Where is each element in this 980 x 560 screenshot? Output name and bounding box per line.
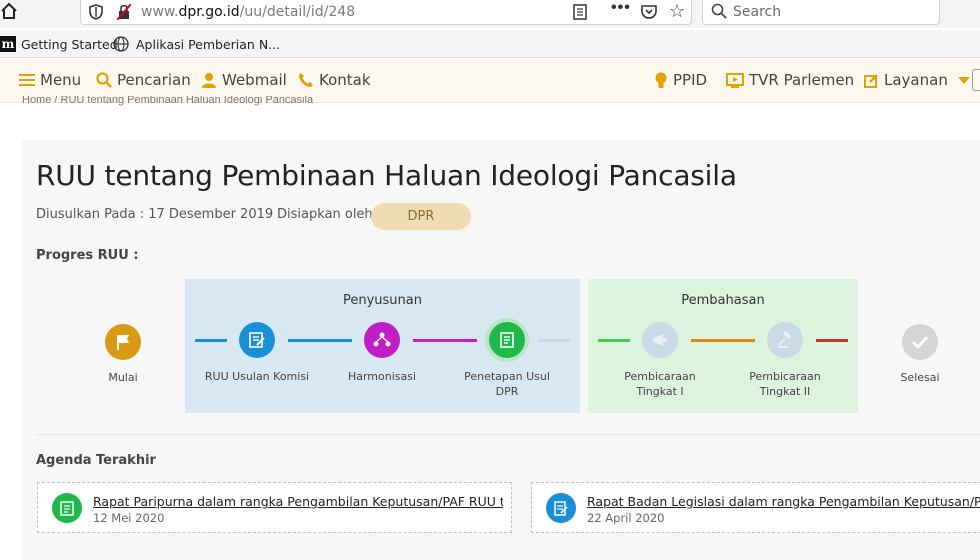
connector-line <box>598 339 630 342</box>
step-tk1-label-line2: Tingkat I <box>636 385 684 398</box>
browser-toolbar: www.dpr.go.id/uu/detail/id/248 ••• ☆ Sea… <box>0 0 980 28</box>
checkmark-icon <box>911 335 929 350</box>
prepared-by-badge: DPR <box>371 203 471 230</box>
step-tk1-label: Pembicaraan Tingkat I <box>610 369 710 399</box>
nav-ppid-label: PPID <box>673 71 708 89</box>
nav-menu-label: Menu <box>40 71 82 89</box>
search-placeholder: Search <box>733 4 782 20</box>
language-switch[interactable] <box>972 69 980 91</box>
address-bar[interactable]: www.dpr.go.id/uu/detail/id/248 ••• ☆ <box>80 0 692 25</box>
shield-icon[interactable] <box>89 4 103 20</box>
connector-line <box>538 339 570 342</box>
reader-view-icon[interactable] <box>573 4 587 20</box>
nav-layanan[interactable]: Layanan <box>864 71 970 89</box>
nav-pencarian[interactable]: Pencarian <box>96 71 191 89</box>
step-selesai-label: Selesai <box>900 371 940 384</box>
step-harmonisasi[interactable] <box>364 322 400 358</box>
page-actions-icon[interactable]: ••• <box>611 0 631 17</box>
hamburger-icon <box>19 74 35 86</box>
step-tk2-label-line2: Tingkat II <box>759 385 811 398</box>
nav-webmail-label: Webmail <box>222 71 287 89</box>
bookmark-getting-started[interactable]: m Getting Started <box>0 36 118 52</box>
document-edit-icon <box>249 332 265 348</box>
connector-line <box>195 339 227 342</box>
bookmark-label: Aplikasi Pemberian N... <box>136 36 281 52</box>
ruu-detail-card: RUU tentang Pembinaan Haluan Ideologi Pa… <box>22 140 980 560</box>
nav-menu[interactable]: Menu <box>19 71 81 89</box>
nav-tvr-parlemen[interactable]: TVR Parlemen <box>726 71 854 89</box>
agenda-item-title[interactable]: Rapat Badan Legislasi dalam rangka Penga… <box>587 494 980 509</box>
nav-webmail[interactable]: Webmail <box>201 71 287 89</box>
connector-line <box>413 339 477 342</box>
people-network-icon <box>373 332 391 347</box>
bookmark-star-icon[interactable]: ☆ <box>669 1 685 22</box>
phone-icon <box>299 73 313 87</box>
search-icon <box>711 3 727 19</box>
step-tk2-label-line1: Pembicaraan <box>749 370 821 383</box>
flag-icon <box>117 335 129 350</box>
globe-icon <box>113 36 129 52</box>
m-logo-icon: m <box>0 36 16 52</box>
step-usulan-komisi[interactable] <box>239 322 275 358</box>
document-icon <box>52 493 82 523</box>
connector-line <box>816 339 848 342</box>
connector-line <box>288 339 352 342</box>
nav-tvr-label: TVR Parlemen <box>749 71 855 89</box>
insecure-lock-icon[interactable] <box>117 4 131 20</box>
agenda-item-date: 22 April 2020 <box>587 511 665 525</box>
prepared-by-label: Disiapkan oleh : <box>277 207 382 222</box>
agenda-item[interactable]: Rapat Badan Legislasi dalam rangka Penga… <box>531 482 980 533</box>
step-pembicaraan-tingkat-1[interactable] <box>642 322 678 358</box>
step-tk2-label: Pembicaraan Tingkat II <box>735 369 835 399</box>
step-selesai[interactable] <box>902 324 938 360</box>
lightbulb-icon <box>655 72 667 88</box>
breadcrumb: Home / RUU tentang Pembinaan Haluan Ideo… <box>22 96 314 106</box>
page-title: RUU tentang Pembinaan Haluan Ideologi Pa… <box>36 159 737 192</box>
step-mulai-label: Mulai <box>108 371 138 384</box>
gavel-icon <box>778 331 792 348</box>
tv-icon <box>726 72 744 88</box>
user-icon <box>202 73 216 88</box>
step-mulai[interactable] <box>105 324 141 360</box>
pocket-icon[interactable] <box>641 4 657 20</box>
agenda-item[interactable]: Rapat Paripurna dalam rangka Pengambilan… <box>37 482 512 533</box>
step-pembicaraan-tingkat-2[interactable] <box>767 322 803 358</box>
step-penetapan-usul-dpr[interactable] <box>489 322 525 358</box>
bookmarks-bar: m Getting Started Aplikasi Pemberian N..… <box>0 30 980 58</box>
nav-kontak-label: Kontak <box>319 71 371 89</box>
search-icon <box>96 72 112 88</box>
document-icon <box>500 332 514 348</box>
chevron-down-icon <box>957 76 970 84</box>
step-penetapan-label: Penetapan Usul DPR <box>457 369 557 399</box>
connector-line <box>691 339 755 342</box>
step-usulan-label: RUU Usulan Komisi <box>204 370 310 383</box>
nav-pencarian-label: Pencarian <box>117 71 191 89</box>
url-text[interactable]: www.dpr.go.id/uu/detail/id/248 <box>141 4 355 20</box>
section-divider <box>36 434 980 435</box>
step-penetapan-label-line2: DPR <box>495 385 519 398</box>
megaphone-icon <box>653 334 667 346</box>
stage-pembahasan-title: Pembahasan <box>681 293 765 308</box>
agenda-item-title[interactable]: Rapat Paripurna dalam rangka Pengambilan… <box>93 494 503 509</box>
agenda-heading: Agenda Terakhir <box>36 453 156 468</box>
agenda-item-date: 12 Mei 2020 <box>93 511 165 525</box>
bookmark-label: Getting Started <box>21 36 118 52</box>
step-harmonisasi-label: Harmonisasi <box>347 370 417 383</box>
nav-kontak[interactable]: Kontak <box>298 71 371 89</box>
nav-layanan-label: Layanan <box>884 71 948 89</box>
step-penetapan-label-line1: Penetapan Usul <box>464 370 550 383</box>
nav-ppid[interactable]: PPID <box>654 71 707 89</box>
stage-penyusunan-title: Penyusunan <box>342 293 422 308</box>
document-edit-icon <box>546 493 576 523</box>
search-bar[interactable]: Search <box>702 0 940 25</box>
progress-label: Progres RUU : <box>36 248 139 263</box>
bookmark-aplikasi[interactable]: Aplikasi Pemberian N... <box>113 36 280 52</box>
edit-icon <box>864 73 878 88</box>
proposed-date: Diusulkan Pada : 17 Desember 2019 <box>36 207 274 222</box>
home-icon[interactable] <box>0 2 18 20</box>
step-tk1-label-line1: Pembicaraan <box>624 370 696 383</box>
